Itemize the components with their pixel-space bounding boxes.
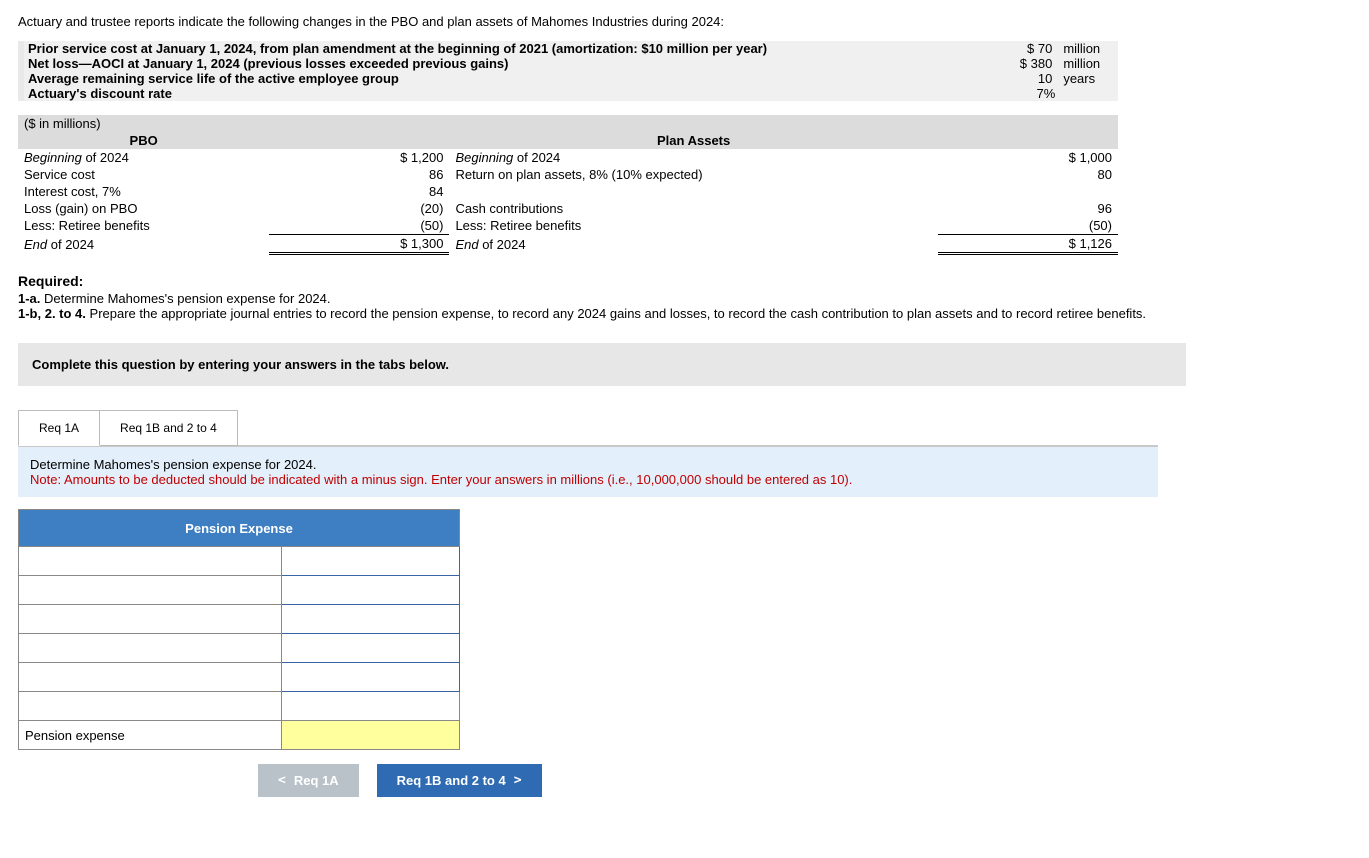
table-row-label: Return on plan assets, 8% (10% expected): [449, 166, 937, 183]
assumption-value: $ 70: [1002, 41, 1059, 56]
prompt-text: Complete this question by entering your …: [32, 357, 449, 372]
table-row-value: $ 1,300: [269, 235, 449, 254]
req-1a-text: Determine Mahomes's pension expense for …: [40, 291, 330, 306]
panel-title: Determine Mahomes's pension expense for …: [30, 457, 316, 472]
assets-header: Plan Assets: [449, 132, 937, 149]
table-row-label: Cash contributions: [449, 200, 937, 217]
expense-line-label-input[interactable]: [19, 663, 282, 692]
required-section: Required: 1-a. Determine Mahomes's pensi…: [18, 273, 1351, 321]
expense-line-value-input[interactable]: [282, 547, 460, 576]
next-button-label: Req 1B and 2 to 4: [397, 773, 506, 788]
assumption-value: 10: [1002, 71, 1059, 86]
table-row-label: Loss (gain) on PBO: [18, 200, 269, 217]
panel-instructions: Note: Amounts to be deducted should be i…: [30, 472, 852, 487]
assumption-label: Average remaining service life of the ac…: [28, 71, 399, 86]
assumption-label: Prior service cost at January 1, 2024, f…: [28, 41, 767, 56]
tabs: Req 1A Req 1B and 2 to 4: [18, 410, 1351, 446]
assumption-unit: [1059, 86, 1118, 101]
table-row-value: 84: [269, 183, 449, 200]
table-row-value: $ 1,000: [938, 149, 1118, 166]
pbo-assets-table: ($ in millions) PBO Plan Assets Beginnin…: [18, 115, 1118, 255]
table-row-label: End of 2024: [449, 235, 937, 254]
panel-note: Determine Mahomes's pension expense for …: [18, 447, 1158, 497]
prev-button: < Req 1A: [258, 764, 359, 797]
assumption-unit: years: [1059, 71, 1118, 86]
tab-req-1b-2-4[interactable]: Req 1B and 2 to 4: [99, 410, 238, 446]
spacer-cell: [282, 692, 460, 721]
assumption-label: Net loss—AOCI at January 1, 2024 (previo…: [28, 56, 508, 71]
expense-line-value-input[interactable]: [282, 663, 460, 692]
expense-line-label-input[interactable]: [19, 547, 282, 576]
table-row-value: $ 1,126: [938, 235, 1118, 254]
chevron-right-icon: >: [514, 773, 522, 788]
table-row-label: [449, 183, 937, 200]
pension-expense-label: Pension expense: [19, 721, 282, 750]
expense-line-value-input[interactable]: [282, 576, 460, 605]
table-row-value: $ 1,200: [269, 149, 449, 166]
pension-expense-total[interactable]: [282, 721, 460, 750]
tab-panel-req-1a: Determine Mahomes's pension expense for …: [18, 445, 1158, 797]
table-row-label: Beginning of 2024: [449, 149, 937, 166]
assumption-label: Actuary's discount rate: [28, 86, 172, 101]
table-row-value: (50): [269, 217, 449, 235]
table-row-label: Interest cost, 7%: [18, 183, 269, 200]
table-row-label: Beginning of 2024: [18, 149, 269, 166]
pbo-header: PBO: [18, 132, 269, 149]
req-1b-text: Prepare the appropriate journal entries …: [86, 306, 1146, 321]
req-1b-prefix: 1-b, 2. to 4.: [18, 306, 86, 321]
table-row-value: [938, 183, 1118, 200]
prev-button-label: Req 1A: [294, 773, 339, 788]
spacer-cell: [19, 692, 282, 721]
table-row-value: 96: [938, 200, 1118, 217]
next-button[interactable]: Req 1B and 2 to 4 >: [377, 764, 542, 797]
assumption-unit: million: [1059, 56, 1118, 71]
intro-text: Actuary and trustee reports indicate the…: [18, 14, 1351, 29]
assumption-value: 7%: [1002, 86, 1059, 101]
assumption-value: $ 380: [1002, 56, 1059, 71]
required-heading: Required:: [18, 273, 1351, 289]
chevron-left-icon: <: [278, 773, 286, 788]
prompt-box: Complete this question by entering your …: [18, 343, 1186, 386]
table-row-value: 80: [938, 166, 1118, 183]
units-label: ($ in millions): [18, 115, 1118, 132]
assumption-unit: million: [1059, 41, 1118, 56]
table-row-value: (20): [269, 200, 449, 217]
answer-table-header: Pension Expense: [19, 510, 460, 547]
tab-req-1a[interactable]: Req 1A: [18, 410, 100, 446]
table-row-label: Less: Retiree benefits: [449, 217, 937, 235]
expense-line-label-input[interactable]: [19, 576, 282, 605]
table-row-label: End of 2024: [18, 235, 269, 254]
expense-line-value-input[interactable]: [282, 605, 460, 634]
answer-table: Pension Expense Pension expense: [18, 509, 460, 750]
table-row-value: 86: [269, 166, 449, 183]
expense-line-label-input[interactable]: [19, 634, 282, 663]
table-row-label: Service cost: [18, 166, 269, 183]
table-row-label: Less: Retiree benefits: [18, 217, 269, 235]
req-1a-prefix: 1-a.: [18, 291, 40, 306]
assumptions-table: Prior service cost at January 1, 2024, f…: [18, 41, 1118, 101]
table-row-value: (50): [938, 217, 1118, 235]
expense-line-value-input[interactable]: [282, 634, 460, 663]
expense-line-label-input[interactable]: [19, 605, 282, 634]
